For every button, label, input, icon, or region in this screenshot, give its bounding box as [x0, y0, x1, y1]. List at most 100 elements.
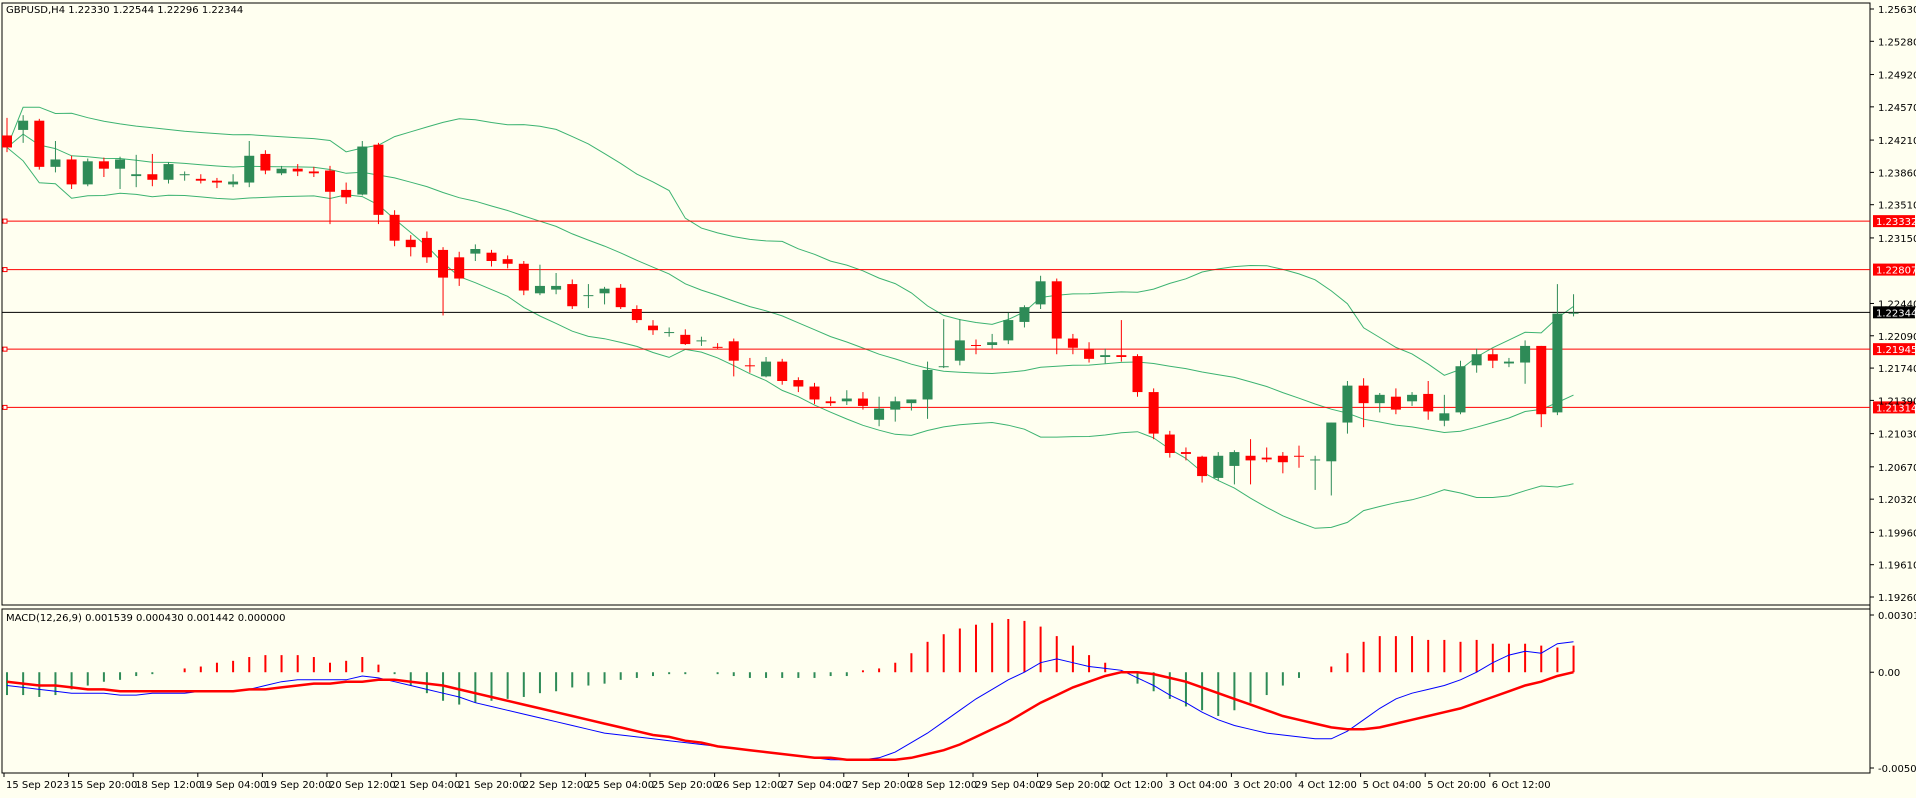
candle[interactable]	[1374, 393, 1385, 413]
candle[interactable]	[1342, 381, 1353, 434]
candle[interactable]	[308, 166, 319, 177]
candle[interactable]	[696, 336, 707, 346]
candle[interactable]	[147, 153, 158, 187]
candle[interactable]	[276, 165, 287, 176]
candle[interactable]	[373, 142, 384, 225]
candle[interactable]	[325, 165, 335, 225]
candle[interactable]	[244, 141, 255, 188]
candle[interactable]	[1051, 278, 1062, 355]
candle[interactable]	[1100, 348, 1111, 364]
candle[interactable]	[793, 377, 804, 393]
candle[interactable]	[1067, 333, 1078, 355]
candle[interactable]	[938, 319, 949, 369]
candle[interactable]	[163, 162, 174, 184]
candle[interactable]	[712, 343, 723, 349]
candle[interactable]	[1148, 388, 1159, 440]
candle[interactable]	[454, 251, 465, 286]
candle[interactable]	[599, 286, 610, 305]
candle[interactable]	[1471, 348, 1482, 373]
candle[interactable]	[1277, 452, 1288, 474]
candle[interactable]	[971, 339, 981, 355]
candle[interactable]	[825, 396, 836, 406]
candle[interactable]	[648, 320, 658, 335]
candle-body	[518, 263, 529, 291]
candle[interactable]	[1487, 349, 1498, 369]
candle[interactable]	[1084, 342, 1095, 363]
candle[interactable]	[260, 150, 271, 175]
candle[interactable]	[631, 305, 642, 323]
candle[interactable]	[1019, 305, 1030, 328]
candle[interactable]	[486, 249, 497, 267]
candle[interactable]	[1035, 275, 1046, 309]
candle[interactable]	[922, 361, 933, 419]
candle[interactable]	[34, 118, 45, 170]
candle[interactable]	[1536, 345, 1547, 428]
candle[interactable]	[874, 396, 885, 427]
candle[interactable]	[1116, 320, 1127, 362]
candle[interactable]	[1520, 340, 1531, 384]
candle[interactable]	[195, 174, 206, 184]
level-handle[interactable]	[2, 267, 8, 273]
candle[interactable]	[1439, 394, 1450, 427]
candle[interactable]	[421, 231, 432, 263]
candle[interactable]	[1164, 430, 1175, 458]
candle[interactable]	[583, 284, 594, 309]
candle[interactable]	[405, 235, 416, 257]
candle[interactable]	[954, 319, 965, 366]
candle[interactable]	[389, 210, 400, 247]
candle[interactable]	[470, 244, 481, 261]
candle[interactable]	[18, 115, 29, 143]
candle[interactable]	[228, 174, 239, 188]
chart-window[interactable]: 1.23332 1.22807 1.21945 1.21314 1.22344 1.25…	[0, 0, 1916, 798]
candle[interactable]	[1132, 354, 1143, 397]
candle[interactable]	[1294, 445, 1304, 468]
candle[interactable]	[664, 327, 675, 337]
candle[interactable]	[82, 158, 93, 187]
candle[interactable]	[1245, 439, 1256, 485]
candle[interactable]	[1326, 422, 1337, 496]
candle[interactable]	[1213, 452, 1224, 481]
candle[interactable]	[761, 357, 772, 378]
candle[interactable]	[502, 255, 513, 269]
candle[interactable]	[1423, 381, 1434, 420]
candle[interactable]	[2, 117, 12, 153]
candle[interactable]	[292, 164, 303, 177]
candle[interactable]	[906, 399, 917, 411]
candle[interactable]	[179, 171, 190, 181]
level-handle[interactable]	[2, 404, 8, 410]
candle[interactable]	[841, 390, 852, 405]
chart-canvas[interactable]: 1.233321.228071.219451.213141.22344 1.25…	[0, 0, 1916, 798]
candle[interactable]	[890, 396, 901, 422]
candle[interactable]	[1180, 447, 1191, 461]
candle[interactable]	[438, 247, 449, 316]
candle[interactable]	[987, 333, 998, 349]
candle[interactable]	[1503, 357, 1514, 368]
candle[interactable]	[728, 338, 739, 377]
candle[interactable]	[1455, 360, 1466, 415]
level-handle[interactable]	[2, 346, 8, 352]
candle[interactable]	[1552, 284, 1563, 416]
candle[interactable]	[341, 182, 352, 204]
candle[interactable]	[1407, 392, 1418, 406]
candle[interactable]	[809, 382, 820, 405]
candle[interactable]	[680, 329, 691, 345]
candle[interactable]	[1229, 450, 1240, 485]
candle[interactable]	[777, 358, 788, 385]
level-handle[interactable]	[2, 218, 8, 224]
candle[interactable]	[551, 273, 562, 295]
candle[interactable]	[50, 141, 61, 173]
candle[interactable]	[98, 157, 109, 177]
candle[interactable]	[1197, 455, 1208, 483]
candle[interactable]	[1390, 388, 1401, 415]
candle[interactable]	[1568, 294, 1579, 317]
candle[interactable]	[211, 177, 222, 189]
candle[interactable]	[567, 279, 578, 309]
candle[interactable]	[357, 141, 368, 196]
candle[interactable]	[1310, 455, 1321, 490]
candle[interactable]	[615, 284, 626, 309]
candle[interactable]	[518, 261, 529, 296]
candle[interactable]	[1261, 447, 1272, 463]
candle[interactable]	[66, 155, 77, 189]
candle[interactable]	[744, 357, 755, 373]
candle[interactable]	[115, 156, 126, 189]
